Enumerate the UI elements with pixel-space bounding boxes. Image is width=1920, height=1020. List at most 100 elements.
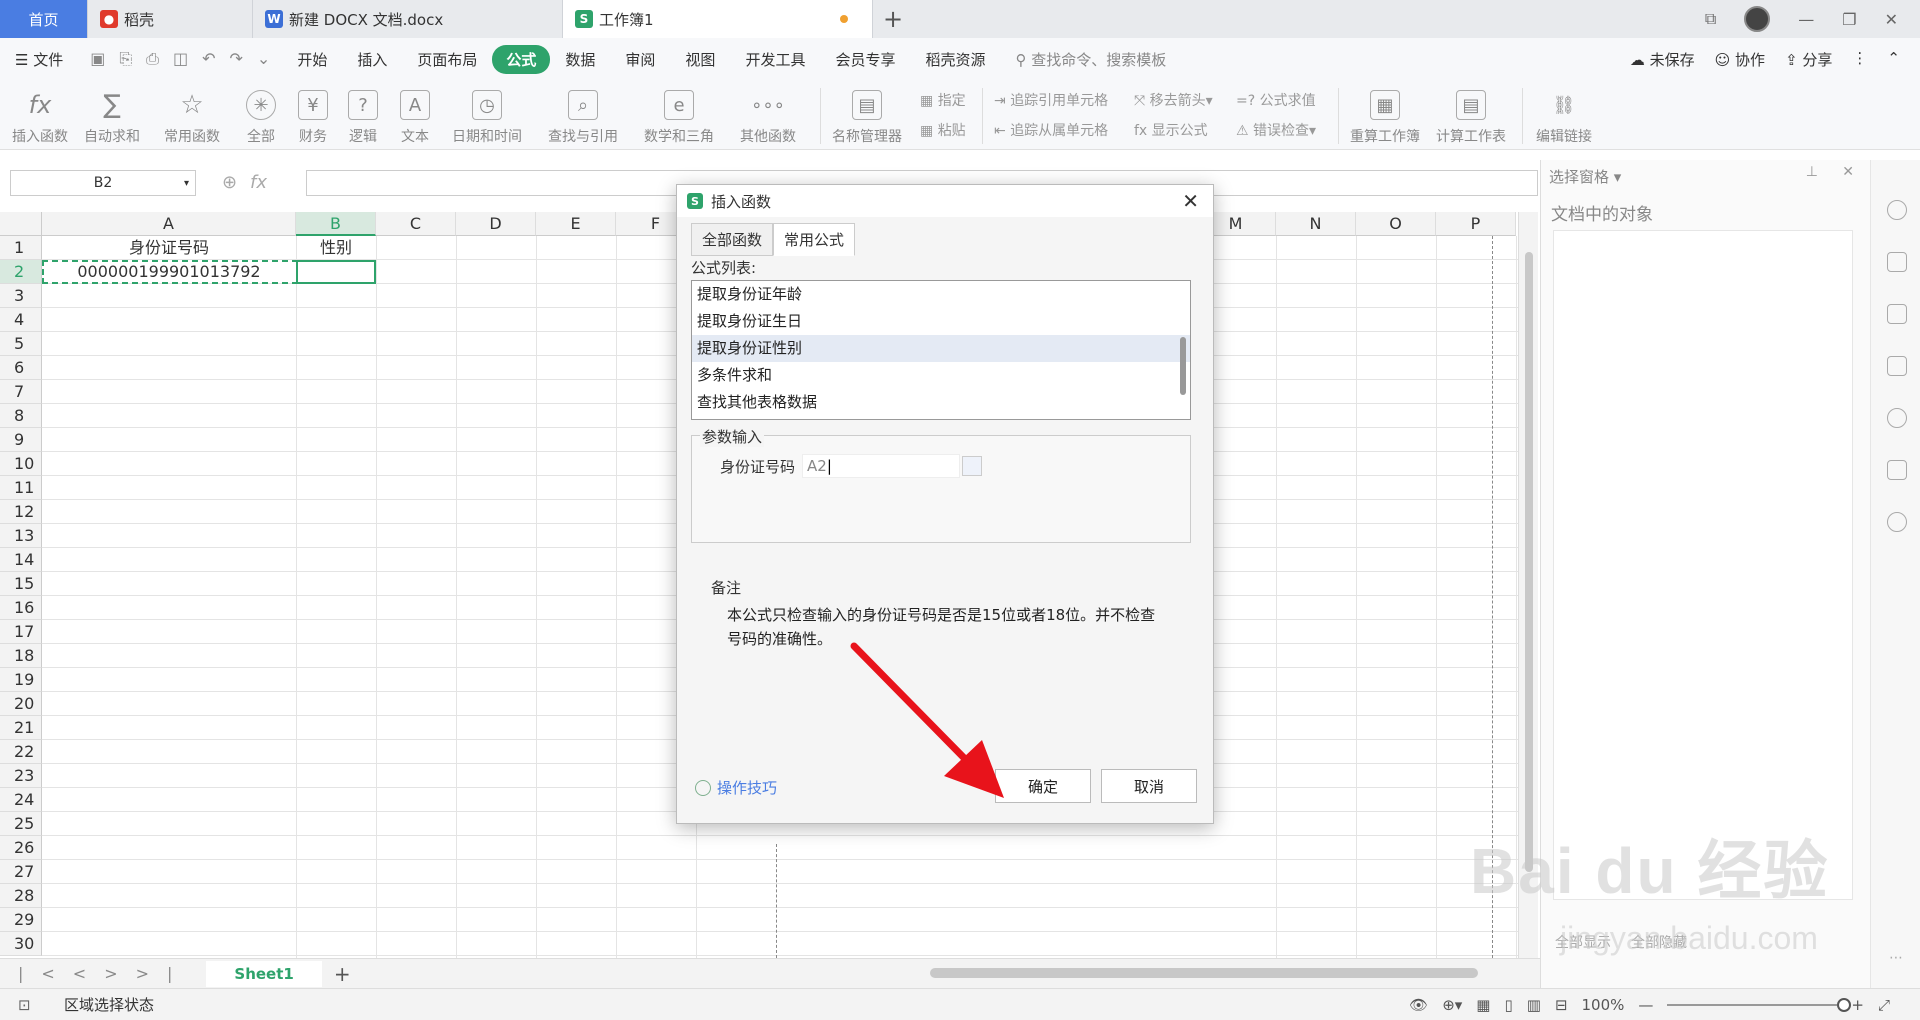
logic-button[interactable]: ? 逻辑 (348, 90, 378, 146)
menu-insert[interactable]: 插入 (342, 49, 402, 70)
more-options-icon[interactable]: ⋯ (1889, 950, 1903, 966)
dialog-close-icon[interactable]: ✕ (1182, 189, 1199, 213)
sliders-icon[interactable] (1887, 304, 1907, 324)
tab-all-functions[interactable]: 全部函数 (691, 223, 774, 256)
range-select-icon[interactable] (962, 456, 982, 476)
fx-label[interactable]: fx (250, 172, 267, 193)
menu-page-layout[interactable]: 页面布局 (402, 49, 492, 70)
print-icon[interactable]: ⎙ (146, 49, 159, 69)
row-header-22[interactable]: 22 (0, 740, 42, 764)
row-header-10[interactable]: 10 (0, 452, 42, 476)
share-button[interactable]: ⇪ 分享 (1785, 49, 1832, 70)
menu-data[interactable]: 数据 (550, 49, 610, 70)
row-header-7[interactable]: 7 (0, 380, 42, 404)
row-header-20[interactable]: 20 (0, 692, 42, 716)
cursor-icon[interactable] (1887, 252, 1907, 272)
cell-b1[interactable]: 性别 (296, 236, 376, 260)
row-header-5[interactable]: 5 (0, 332, 42, 356)
sheet-tab-sheet1[interactable]: Sheet1 (206, 960, 322, 987)
column-header-e[interactable]: E (536, 212, 616, 236)
formula-list-scrollbar[interactable] (1180, 337, 1186, 395)
close-icon[interactable]: ✕ (1885, 10, 1898, 29)
preview-icon[interactable]: ◫ (173, 49, 188, 69)
menu-developer[interactable]: 开发工具 (730, 49, 820, 70)
recalc-workbook-button[interactable]: ▦ 重算工作簿 (1350, 90, 1420, 146)
tab-daoke[interactable]: ● 稻壳 (88, 0, 253, 38)
new-tab-button[interactable]: + (873, 0, 913, 38)
formula-list-item[interactable]: 查找其他表格数据 (692, 389, 1190, 416)
menu-daoke-resources[interactable]: 稻壳资源 (910, 49, 1000, 70)
tab-home[interactable]: 首页 (0, 0, 88, 38)
eye-protect-icon[interactable]: 👁 (1409, 996, 1428, 1014)
menu-review[interactable]: 审阅 (610, 49, 670, 70)
vertical-scroll-thumb[interactable] (1525, 252, 1533, 872)
row-header-29[interactable]: 29 (0, 908, 42, 932)
name-box[interactable]: B2 ▾ (10, 170, 196, 196)
text-functions-button[interactable]: A 文本 (400, 90, 430, 146)
page-break-view-icon[interactable]: ▥ (1527, 996, 1541, 1014)
input-method-icon[interactable]: ⊕▾ (1442, 996, 1462, 1014)
dialog-title-bar[interactable]: S 插入函数 ✕ (677, 185, 1213, 217)
other-functions-button[interactable]: ∘∘∘ 其他函数 (740, 90, 796, 146)
finance-button[interactable]: ¥ 财务 (298, 90, 328, 146)
row-header-21[interactable]: 21 (0, 716, 42, 740)
cell-a1[interactable]: 身份证号码 (42, 236, 296, 260)
save-icon[interactable]: ▣ (90, 49, 105, 69)
more-icon[interactable]: ⋮ (1852, 49, 1867, 70)
menu-member[interactable]: 会员专享 (820, 49, 910, 70)
edit-links-button[interactable]: ⛓ 编辑链接 (1536, 90, 1592, 146)
show-formulas-button[interactable]: fx 显示公式 (1134, 120, 1208, 140)
row-header-24[interactable]: 24 (0, 788, 42, 812)
row-header-4[interactable]: 4 (0, 308, 42, 332)
zoom-formula-icon[interactable]: ⊕ (222, 172, 237, 193)
row-header-28[interactable]: 28 (0, 884, 42, 908)
calc-sheet-button[interactable]: ▤ 计算工作表 (1436, 90, 1506, 146)
insert-function-button[interactable]: fx 插入函数 (12, 90, 68, 146)
menu-formula[interactable]: 公式 (492, 44, 551, 74)
minimize-icon[interactable]: — (1798, 10, 1814, 29)
column-header-a[interactable]: A (42, 212, 296, 236)
all-functions-button[interactable]: ✳ 全部 (246, 90, 276, 146)
file-menu[interactable]: ☰ 文件 (0, 49, 78, 70)
common-functions-button[interactable]: ☆ 常用函数 (164, 90, 220, 146)
command-search[interactable]: ⚲ 查找命令、搜索模板 (1000, 49, 1181, 70)
zoom-in-icon[interactable]: + (1851, 996, 1864, 1014)
row-header-18[interactable]: 18 (0, 644, 42, 668)
row-header-30[interactable]: 30 (0, 932, 42, 956)
lookup-button[interactable]: ⌕ 查找与引用 (548, 90, 618, 146)
tab-workbook[interactable]: S 工作簿1 (563, 0, 873, 38)
pin-icon[interactable]: ⊥ (1806, 164, 1818, 180)
param-id-input[interactable]: A2| (802, 454, 960, 478)
horizontal-scrollbar[interactable] (930, 968, 1478, 978)
column-header-c[interactable]: C (376, 212, 456, 236)
trace-dependents-button[interactable]: ⇤ 追踪从属单元格 (994, 120, 1108, 140)
column-header-n[interactable]: N (1276, 212, 1356, 236)
paste-name-button[interactable]: ▦ 粘贴 (920, 120, 966, 140)
zoom-out-icon[interactable]: — (1638, 996, 1653, 1014)
collab-button[interactable]: ☺ 协作 (1715, 49, 1765, 70)
row-header-23[interactable]: 23 (0, 764, 42, 788)
sheet-nav-arrows[interactable]: |<<>>| (18, 964, 190, 983)
macro-icon[interactable]: ⊡ (18, 996, 31, 1014)
column-header-p[interactable]: P (1436, 212, 1516, 236)
zoom-level[interactable]: 100% (1582, 996, 1625, 1014)
column-header-o[interactable]: O (1356, 212, 1436, 236)
select-all-corner[interactable] (0, 212, 42, 236)
reading-view-icon[interactable]: ⊟ (1555, 996, 1568, 1014)
row-header-11[interactable]: 11 (0, 476, 42, 500)
rocket-icon[interactable] (1887, 200, 1907, 220)
redo-icon[interactable]: ↷ (230, 49, 243, 69)
row-header-16[interactable]: 16 (0, 596, 42, 620)
normal-view-icon[interactable]: ▦ (1476, 996, 1490, 1014)
cancel-button[interactable]: 取消 (1101, 769, 1197, 803)
formula-list-item[interactable]: 提取身份证生日 (692, 308, 1190, 335)
row-header-1[interactable]: 1 (0, 236, 42, 260)
error-check-button[interactable]: ⚠ 错误检查▾ (1236, 120, 1316, 140)
name-manager-button[interactable]: ▤ 名称管理器 (832, 90, 902, 146)
dropdown-icon[interactable]: ⌄ (257, 49, 270, 69)
row-header-27[interactable]: 27 (0, 860, 42, 884)
trace-precedents-button[interactable]: ⇥ 追踪引用单元格 (994, 90, 1108, 110)
fullscreen-icon[interactable]: ⤢ (1878, 996, 1890, 1014)
window-count-icon[interactable]: ⧉ (1705, 9, 1716, 29)
remove-arrows-button[interactable]: ⤧ 移去箭头▾ (1134, 90, 1213, 110)
